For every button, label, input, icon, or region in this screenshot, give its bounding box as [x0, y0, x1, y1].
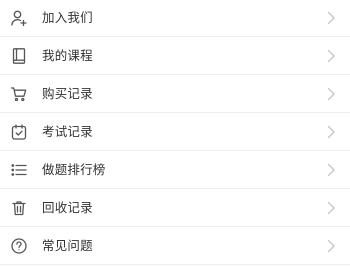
menu-item-faq[interactable]: 常见问题 — [0, 228, 350, 265]
menu-item-my-courses[interactable]: 我的课程 — [0, 38, 350, 75]
book-icon — [9, 46, 29, 66]
chevron-right-icon — [327, 201, 336, 215]
menu-item-label: 做题排行榜 — [42, 161, 106, 177]
menu-item-label: 回收记录 — [42, 199, 93, 215]
list-icon — [9, 160, 29, 180]
menu-item-purchase-history[interactable]: 购买记录 — [0, 76, 350, 113]
menu-item-label: 考试记录 — [42, 123, 93, 139]
cart-icon — [9, 84, 29, 104]
chevron-right-icon — [327, 125, 336, 139]
calendar-check-icon — [9, 122, 29, 142]
chevron-right-icon — [327, 11, 336, 25]
menu-item-label: 加入我们 — [42, 9, 93, 25]
menu-item-leaderboard[interactable]: 做题排行榜 — [0, 152, 350, 189]
chevron-right-icon — [327, 49, 336, 63]
help-circle-icon — [9, 236, 29, 256]
menu-item-exam-history[interactable]: 考试记录 — [0, 114, 350, 151]
menu-item-join-us[interactable]: 加入我们 — [0, 0, 350, 37]
chevron-right-icon — [327, 239, 336, 253]
person-add-icon — [9, 8, 29, 28]
settings-menu-list: 加入我们 我的课程 购买记录 考试记录 做题排行榜 回收记录 常见问题 — [0, 0, 350, 266]
chevron-right-icon — [327, 87, 336, 101]
menu-item-recycle-history[interactable]: 回收记录 — [0, 190, 350, 227]
trash-icon — [9, 198, 29, 218]
chevron-right-icon — [327, 163, 336, 177]
menu-item-label: 我的课程 — [42, 47, 93, 63]
menu-item-label: 常见问题 — [42, 237, 93, 253]
menu-item-label: 购买记录 — [42, 85, 93, 101]
